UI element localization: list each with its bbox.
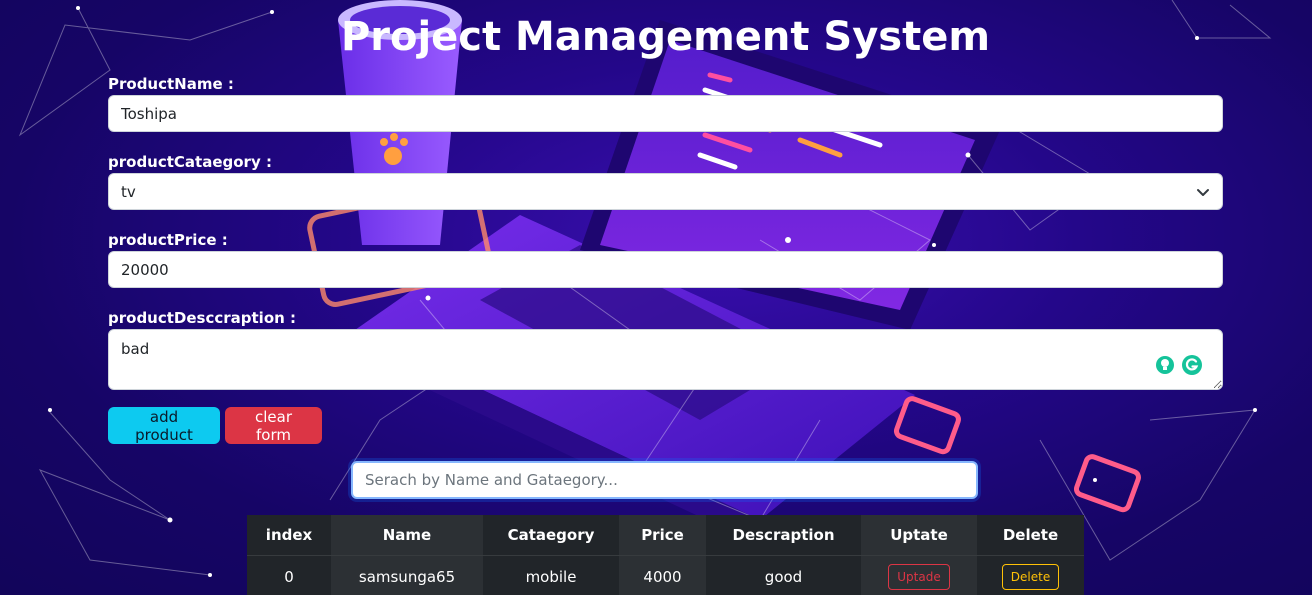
product-category-value: tv [121,182,136,201]
column-header-index: index [247,515,331,556]
cell-price: 4000 [619,555,706,595]
products-table: index Name Cataegory Price Descraption U… [247,515,1084,595]
cell-description: good [706,555,861,595]
product-category-select[interactable]: tv [108,173,1223,210]
column-header-update: Uptate [861,515,977,556]
cell-update: Uptade [861,555,977,595]
grammarly-icon[interactable] [1181,354,1203,376]
product-name-label: ProductName : [108,75,234,93]
page-title: Project Management System [340,14,991,60]
column-header-name: Name [331,515,483,556]
lightbulb-icon[interactable] [1155,355,1175,375]
product-description-textarea[interactable]: bad [108,329,1223,390]
search-input[interactable] [351,461,978,499]
product-price-input[interactable] [108,251,1223,288]
column-header-delete: Delete [977,515,1084,556]
column-header-category: Cataegory [483,515,619,556]
product-name-input[interactable] [108,95,1223,132]
product-description-label: productDesccraption : [108,309,297,327]
column-header-description: Descraption [706,515,861,556]
product-category-label: productCataegory : [108,153,272,171]
add-product-button[interactable]: add product [108,407,220,444]
clear-form-button[interactable]: clear form [225,407,322,444]
table-row: 0 samsunga65 mobile 4000 good Uptade Del… [247,555,1084,595]
product-price-label: productPrice : [108,231,228,249]
table-header-row: index Name Cataegory Price Descraption U… [247,515,1084,556]
grammarly-widget[interactable] [1152,351,1206,379]
delete-button[interactable]: Delete [1001,563,1060,590]
cell-name: samsunga65 [331,555,483,595]
cell-index: 0 [247,555,331,595]
cell-category: mobile [483,555,619,595]
cell-delete: Delete [977,555,1084,595]
chevron-down-icon [1197,188,1209,196]
update-button[interactable]: Uptade [888,563,950,590]
column-header-price: Price [619,515,706,556]
